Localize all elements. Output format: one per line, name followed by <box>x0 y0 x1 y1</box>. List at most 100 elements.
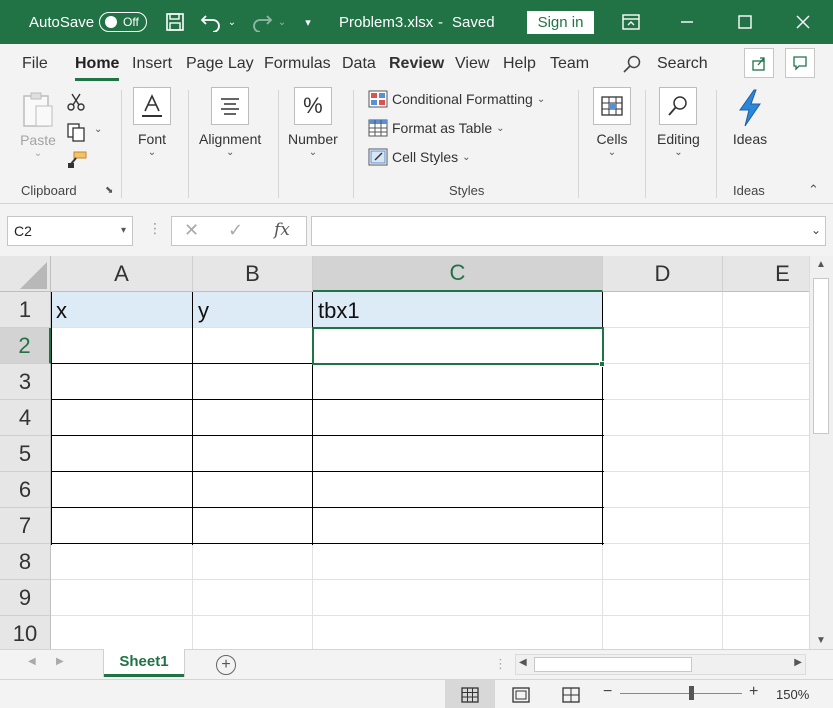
customize-qat-icon[interactable]: ▾ <box>300 0 316 44</box>
tab-help[interactable]: Help <box>503 52 536 76</box>
share-icon[interactable] <box>744 48 774 78</box>
cell-c8[interactable] <box>313 544 603 580</box>
column-header-c[interactable]: C <box>313 256 603 292</box>
row-header-3[interactable]: 3 <box>0 364 51 400</box>
cell-b7[interactable] <box>193 508 313 544</box>
cell-e6[interactable] <box>723 472 809 508</box>
tab-page-layout[interactable]: Page Lay <box>186 52 254 76</box>
cell-d4[interactable] <box>603 400 723 436</box>
cell-d6[interactable] <box>603 472 723 508</box>
page-break-view-button[interactable] <box>546 680 596 708</box>
row-header-1[interactable]: 1 <box>0 292 51 328</box>
formula-input[interactable]: ⌄ <box>311 216 826 246</box>
cell-d2[interactable] <box>603 328 723 364</box>
scroll-right-icon[interactable]: ▶ <box>794 657 802 668</box>
next-sheet-icon[interactable]: ▶ <box>56 656 64 667</box>
tab-team[interactable]: Team <box>550 52 589 76</box>
cell-b6[interactable] <box>193 472 313 508</box>
zoom-slider[interactable] <box>620 693 742 694</box>
select-all-button[interactable] <box>0 256 51 292</box>
cell-e10[interactable] <box>723 616 809 649</box>
cell-c10[interactable] <box>313 616 603 649</box>
fill-handle[interactable] <box>599 361 605 367</box>
cell-e7[interactable] <box>723 508 809 544</box>
row-header-6[interactable]: 6 <box>0 472 51 508</box>
format-as-table-button[interactable]: Format as Table ⌄ <box>368 119 505 137</box>
cell-d3[interactable] <box>603 364 723 400</box>
page-layout-view-button[interactable] <box>496 680 546 708</box>
scroll-up-icon[interactable]: ▲ <box>816 259 826 270</box>
tab-view[interactable]: View <box>455 52 489 76</box>
close-icon[interactable] <box>789 0 817 44</box>
cell-a10[interactable] <box>51 616 193 649</box>
copy-dropdown-icon[interactable]: ⌄ <box>94 124 102 135</box>
autosave-toggle[interactable]: Off <box>99 12 147 32</box>
cell-e5[interactable] <box>723 436 809 472</box>
cell-c9[interactable] <box>313 580 603 616</box>
worksheet-grid[interactable]: A B C D E 1 2 3 4 5 6 7 8 9 10 x y tbx1 <box>0 256 809 649</box>
cell-e2[interactable] <box>723 328 809 364</box>
column-header-b[interactable]: B <box>193 256 313 292</box>
cell-a9[interactable] <box>51 580 193 616</box>
cancel-icon[interactable]: ✕ <box>184 220 199 241</box>
column-header-a[interactable]: A <box>51 256 193 292</box>
cell-e1[interactable] <box>723 292 809 328</box>
cell-b4[interactable] <box>193 400 313 436</box>
cell-b5[interactable] <box>193 436 313 472</box>
cell-b8[interactable] <box>193 544 313 580</box>
comments-icon[interactable] <box>785 48 815 78</box>
cell-c3[interactable] <box>313 364 603 400</box>
cell-c4[interactable] <box>313 400 603 436</box>
row-header-9[interactable]: 9 <box>0 580 51 616</box>
cell-d10[interactable] <box>603 616 723 649</box>
search-box[interactable]: Search <box>657 52 708 76</box>
tab-data[interactable]: Data <box>342 52 376 76</box>
row-header-2[interactable]: 2 <box>0 328 51 364</box>
row-header-8[interactable]: 8 <box>0 544 51 580</box>
format-painter-icon[interactable] <box>66 150 88 175</box>
save-icon[interactable] <box>161 0 189 44</box>
cell-c1[interactable]: tbx1 <box>313 292 603 328</box>
search-icon[interactable] <box>622 52 642 76</box>
tab-formulas[interactable]: Formulas <box>264 52 331 76</box>
cell-c6[interactable] <box>313 472 603 508</box>
scroll-left-icon[interactable]: ◀ <box>519 657 527 668</box>
tab-file[interactable]: File <box>22 52 48 76</box>
collapse-ribbon-icon[interactable]: ⌃ <box>808 182 819 198</box>
tab-insert[interactable]: Insert <box>132 52 172 76</box>
ideas-button[interactable]: Ideas <box>730 87 770 147</box>
tab-split-grip-icon[interactable]: ⋮ <box>494 656 507 672</box>
cell-a5[interactable] <box>51 436 193 472</box>
cell-a7[interactable] <box>51 508 193 544</box>
column-header-d[interactable]: D <box>603 256 723 292</box>
horizontal-scrollbar[interactable]: ◀ ▶ <box>515 654 806 675</box>
cell-c5[interactable] <box>313 436 603 472</box>
name-box-dropdown-icon[interactable]: ▾ <box>121 217 126 245</box>
paste-button[interactable]: Paste ⌄ <box>18 90 58 159</box>
cell-a1[interactable]: x <box>51 292 193 328</box>
cell-b9[interactable] <box>193 580 313 616</box>
minimize-icon[interactable] <box>673 0 701 44</box>
cut-icon[interactable] <box>66 92 86 117</box>
expand-formula-icon[interactable]: ⌄ <box>811 223 821 237</box>
conditional-formatting-button[interactable]: Conditional Formatting ⌄ <box>368 90 545 108</box>
zoom-in-icon[interactable]: + <box>749 683 758 701</box>
cell-b2[interactable] <box>193 328 313 364</box>
cell-c7[interactable] <box>313 508 603 544</box>
cell-e9[interactable] <box>723 580 809 616</box>
sheet-tab-sheet1[interactable]: Sheet1 <box>104 649 184 677</box>
number-button[interactable]: % Number ⌄ <box>288 87 338 158</box>
undo-dropdown-icon[interactable]: ⌄ <box>226 0 238 44</box>
alignment-button[interactable]: Alignment ⌄ <box>199 87 261 158</box>
row-header-10[interactable]: 10 <box>0 616 51 649</box>
horizontal-scroll-thumb[interactable] <box>534 657 692 672</box>
clipboard-launcher-icon[interactable]: ⬊ <box>105 185 113 196</box>
zoom-out-icon[interactable]: − <box>603 683 612 701</box>
redo-icon[interactable] <box>248 0 276 44</box>
cell-a3[interactable] <box>51 364 193 400</box>
new-sheet-icon[interactable]: + <box>216 655 236 675</box>
cell-e3[interactable] <box>723 364 809 400</box>
cell-e8[interactable] <box>723 544 809 580</box>
tab-home[interactable]: Home <box>75 52 120 81</box>
cell-e4[interactable] <box>723 400 809 436</box>
